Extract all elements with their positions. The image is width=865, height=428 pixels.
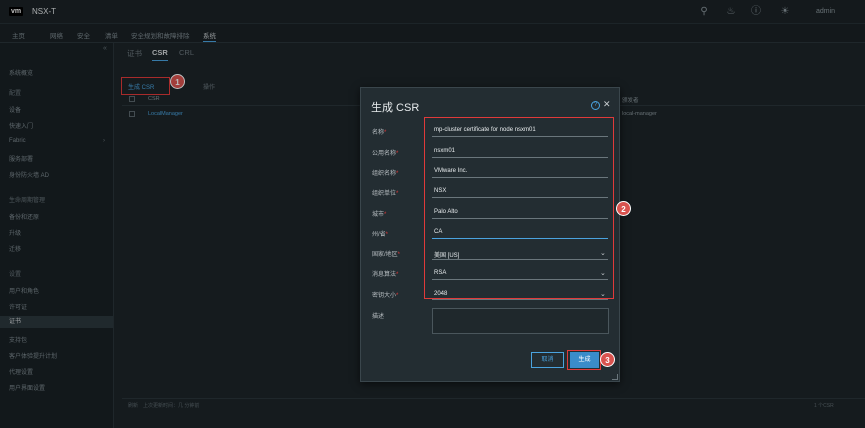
- field-label-org-unit: 组织单位*: [372, 191, 399, 197]
- help-icon[interactable]: ?: [591, 101, 600, 110]
- field-label-algorithm: 消息算法*: [372, 272, 399, 278]
- fields-highlight: [424, 117, 614, 299]
- resize-handle[interactable]: [612, 374, 618, 380]
- close-icon[interactable]: ✕: [603, 99, 611, 110]
- step-badge-2: 2: [616, 201, 631, 216]
- field-label-country: 国家/地区*: [372, 252, 401, 258]
- field-label-org-name: 组织名称*: [372, 171, 399, 177]
- field-label-state: 州/省*: [372, 232, 389, 238]
- dialog-title: 生成 CSR: [371, 102, 420, 114]
- generate-button[interactable]: 生成: [570, 352, 599, 368]
- field-label-description: 描述: [372, 314, 385, 320]
- key-size-underline: [432, 299, 608, 300]
- field-label-key-size: 密钥大小*: [372, 293, 399, 299]
- field-label-common-name: 公用名称*: [372, 151, 399, 157]
- field-label-city: 城市*: [372, 212, 387, 218]
- field-label-name: 名称*: [372, 130, 387, 136]
- description-textarea[interactable]: [432, 308, 609, 334]
- step-badge-3: 3: [600, 352, 615, 367]
- cancel-button[interactable]: 取消: [531, 352, 564, 368]
